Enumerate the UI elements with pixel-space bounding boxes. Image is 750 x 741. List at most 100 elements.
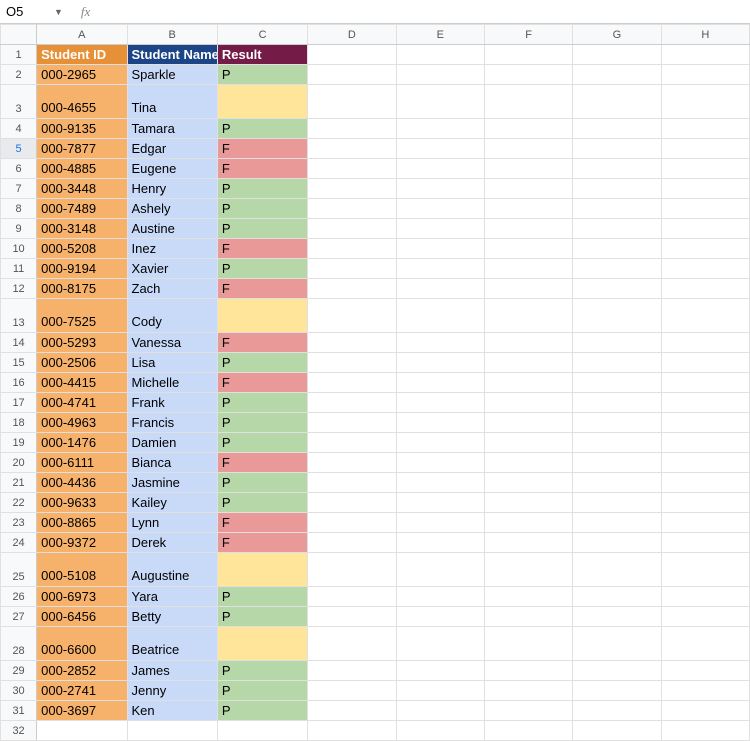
empty-cell[interactable] (308, 259, 396, 279)
empty-cell[interactable] (308, 119, 396, 139)
cell-id[interactable]: 000-2965 (37, 65, 127, 85)
empty-cell[interactable] (661, 473, 749, 493)
empty-cell[interactable] (661, 333, 749, 353)
empty-cell[interactable] (396, 553, 484, 587)
empty-cell[interactable] (396, 587, 484, 607)
empty-cell[interactable] (484, 333, 572, 353)
empty-cell[interactable] (308, 533, 396, 553)
empty-cell[interactable] (217, 721, 307, 741)
cell-id[interactable]: 000-4655 (37, 85, 127, 119)
cell-id[interactable]: 000-8865 (37, 513, 127, 533)
empty-cell[interactable] (396, 299, 484, 333)
empty-cell[interactable] (573, 119, 661, 139)
empty-cell[interactable] (308, 279, 396, 299)
empty-cell[interactable] (308, 681, 396, 701)
empty-cell[interactable] (484, 279, 572, 299)
empty-cell[interactable] (484, 453, 572, 473)
row-head-6[interactable]: 6 (1, 159, 37, 179)
cell-result[interactable]: P (217, 393, 307, 413)
empty-cell[interactable] (484, 259, 572, 279)
empty-cell[interactable] (484, 607, 572, 627)
cell-result[interactable]: P (217, 353, 307, 373)
empty-cell[interactable] (573, 553, 661, 587)
row-head-22[interactable]: 22 (1, 493, 37, 513)
spreadsheet-grid[interactable]: ABCDEFGH1Student IDStudent NameResult200… (0, 24, 750, 741)
empty-cell[interactable] (661, 199, 749, 219)
empty-cell[interactable] (484, 661, 572, 681)
empty-cell[interactable] (661, 45, 749, 65)
empty-cell[interactable] (308, 85, 396, 119)
empty-cell[interactable] (396, 393, 484, 413)
empty-cell[interactable] (308, 45, 396, 65)
row-head-26[interactable]: 26 (1, 587, 37, 607)
row-head-24[interactable]: 24 (1, 533, 37, 553)
cell-result[interactable]: P (217, 681, 307, 701)
row-head-28[interactable]: 28 (1, 627, 37, 661)
empty-cell[interactable] (661, 159, 749, 179)
empty-cell[interactable] (396, 453, 484, 473)
col-head-D[interactable]: D (308, 25, 396, 45)
cell-name[interactable]: Frank (127, 393, 217, 413)
empty-cell[interactable] (661, 493, 749, 513)
row-head-9[interactable]: 9 (1, 219, 37, 239)
col-head-C[interactable]: C (217, 25, 307, 45)
empty-cell[interactable] (484, 139, 572, 159)
empty-cell[interactable] (308, 65, 396, 85)
empty-cell[interactable] (308, 721, 396, 741)
empty-cell[interactable] (308, 413, 396, 433)
row-head-31[interactable]: 31 (1, 701, 37, 721)
cell-result[interactable]: P (217, 701, 307, 721)
row-head-21[interactable]: 21 (1, 473, 37, 493)
cell-result[interactable] (217, 85, 307, 119)
cell-id[interactable]: 000-4885 (37, 159, 127, 179)
empty-cell[interactable] (661, 119, 749, 139)
empty-cell[interactable] (573, 433, 661, 453)
select-all-corner[interactable] (1, 25, 37, 45)
empty-cell[interactable] (573, 453, 661, 473)
empty-cell[interactable] (308, 219, 396, 239)
empty-cell[interactable] (484, 553, 572, 587)
row-head-17[interactable]: 17 (1, 393, 37, 413)
empty-cell[interactable] (308, 139, 396, 159)
cell-name[interactable]: Damien (127, 433, 217, 453)
cell-result[interactable]: P (217, 413, 307, 433)
cell-id[interactable]: 000-7489 (37, 199, 127, 219)
empty-cell[interactable] (396, 219, 484, 239)
cell-id[interactable]: 000-6111 (37, 453, 127, 473)
cell-id[interactable]: 000-2741 (37, 681, 127, 701)
empty-cell[interactable] (573, 607, 661, 627)
col-head-G[interactable]: G (573, 25, 661, 45)
col-head-F[interactable]: F (484, 25, 572, 45)
row-head-29[interactable]: 29 (1, 661, 37, 681)
cell-id[interactable]: 000-9194 (37, 259, 127, 279)
empty-cell[interactable] (573, 259, 661, 279)
cell-name[interactable]: Tina (127, 85, 217, 119)
empty-cell[interactable] (484, 219, 572, 239)
empty-cell[interactable] (484, 681, 572, 701)
row-head-32[interactable]: 32 (1, 721, 37, 741)
cell-name[interactable]: Austine (127, 219, 217, 239)
cell-result[interactable]: F (217, 513, 307, 533)
empty-cell[interactable] (484, 433, 572, 453)
empty-cell[interactable] (396, 45, 484, 65)
empty-cell[interactable] (308, 299, 396, 333)
empty-cell[interactable] (573, 721, 661, 741)
empty-cell[interactable] (573, 533, 661, 553)
chevron-down-icon[interactable]: ▼ (54, 7, 73, 17)
empty-cell[interactable] (661, 681, 749, 701)
row-head-30[interactable]: 30 (1, 681, 37, 701)
empty-cell[interactable] (573, 353, 661, 373)
cell-id[interactable]: 000-4415 (37, 373, 127, 393)
empty-cell[interactable] (661, 553, 749, 587)
cell-result[interactable] (217, 553, 307, 587)
empty-cell[interactable] (308, 159, 396, 179)
empty-cell[interactable] (484, 119, 572, 139)
row-head-1[interactable]: 1 (1, 45, 37, 65)
empty-cell[interactable] (396, 239, 484, 259)
empty-cell[interactable] (573, 219, 661, 239)
row-head-16[interactable]: 16 (1, 373, 37, 393)
cell-name[interactable]: Edgar (127, 139, 217, 159)
empty-cell[interactable] (396, 627, 484, 661)
cell-name[interactable]: Lynn (127, 513, 217, 533)
cell-id[interactable]: 000-3148 (37, 219, 127, 239)
